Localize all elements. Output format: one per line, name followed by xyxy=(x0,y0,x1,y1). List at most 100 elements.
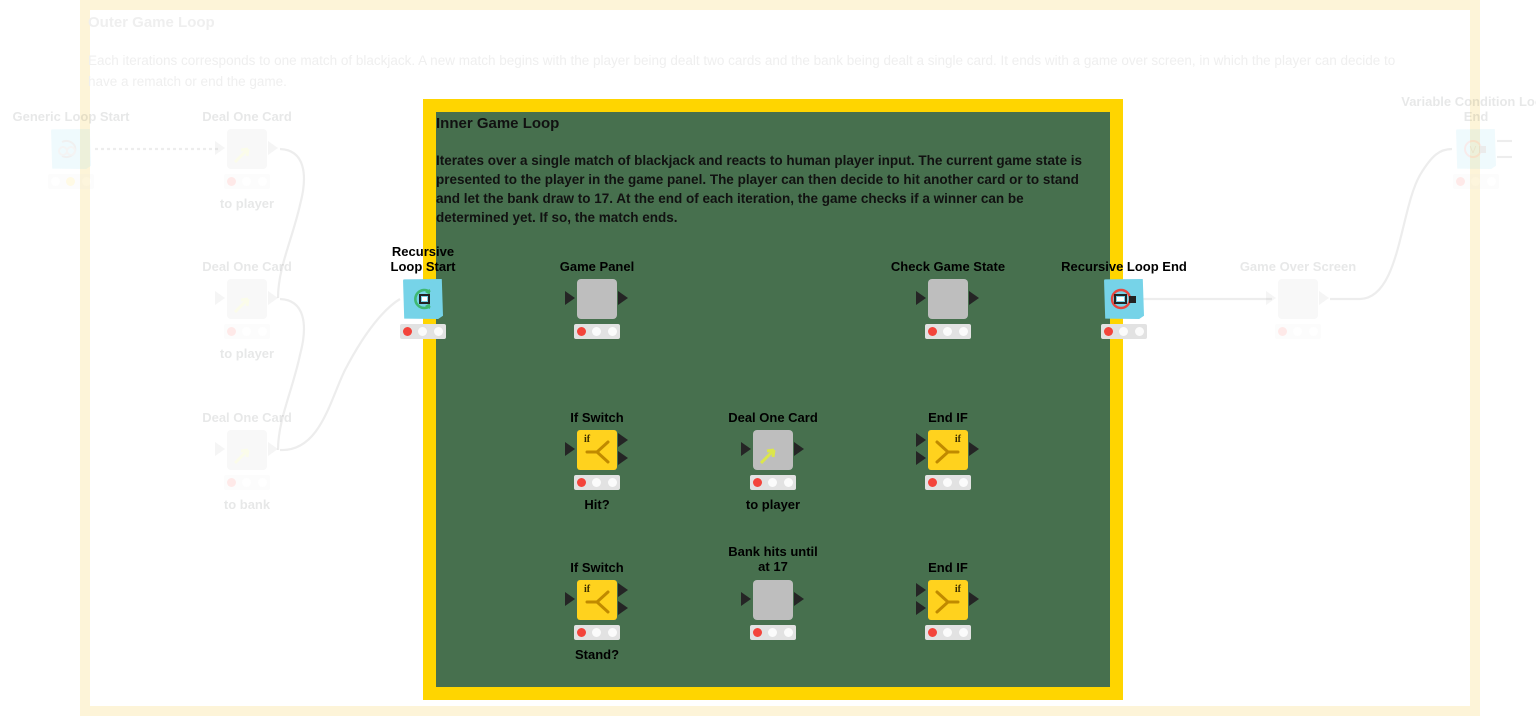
output-port-icon xyxy=(92,141,102,155)
node-status-leds xyxy=(224,324,270,339)
led-red xyxy=(928,628,938,637)
node-body[interactable] xyxy=(51,129,91,169)
node-title: Game Over Screen xyxy=(1239,259,1357,274)
node-subtitle: to player xyxy=(745,497,801,512)
node-subtitle: to player xyxy=(219,346,275,361)
input-port-icon-2 xyxy=(916,601,926,615)
output-port-icon xyxy=(268,291,278,305)
node-body[interactable] xyxy=(215,279,278,319)
node-body[interactable] xyxy=(1266,279,1329,319)
node-variable-condition-loop-end[interactable]: Variable Condition Loop End V xyxy=(1401,94,1536,189)
led-yellow xyxy=(943,327,953,336)
led-yellow xyxy=(242,177,252,186)
workflow-canvas[interactable]: Outer Game Loop Each iterations correspo… xyxy=(0,0,1536,728)
node-if-switch-hit[interactable]: If Switch if Hit? xyxy=(564,410,630,512)
input-port-icon xyxy=(215,442,225,456)
led-green xyxy=(607,628,617,637)
output-port-icon xyxy=(794,442,804,456)
node-title: Deal One Card xyxy=(728,410,818,425)
node-if-switch-stand[interactable]: If Switch if Stand? xyxy=(564,560,630,662)
node-status-leds xyxy=(925,475,971,490)
node-recursive-loop-end[interactable]: Recursive Loop End xyxy=(1061,259,1187,339)
node-title: End IF xyxy=(928,560,968,575)
node-body[interactable] xyxy=(215,430,278,470)
node-deal-card-bank[interactable]: Deal One Card to bank xyxy=(202,410,292,512)
node-body[interactable] xyxy=(1104,279,1144,319)
node-status-leds xyxy=(574,324,620,339)
node-game-panel[interactable]: Game Panel xyxy=(560,259,634,339)
node-status-leds xyxy=(224,475,270,490)
node-subtitle: to player xyxy=(219,196,275,211)
node-deal-card-player-1[interactable]: Deal One Card to player xyxy=(202,109,292,211)
node-title: Game Panel xyxy=(559,259,635,274)
node-title: Check Game State xyxy=(890,259,1006,274)
node-generic-loop-start[interactable]: Generic Loop Start xyxy=(12,109,130,189)
input-port-icon xyxy=(565,442,575,456)
output-port-icon-false xyxy=(618,451,628,465)
node-status-leds xyxy=(574,625,620,640)
led-yellow xyxy=(1471,177,1481,186)
node-subtitle: to bank xyxy=(223,497,271,512)
led-red xyxy=(227,478,237,487)
node-end-if-hit[interactable]: End IF if xyxy=(915,410,981,490)
output-port-icon xyxy=(969,592,979,606)
node-title: Deal One Card xyxy=(202,410,292,425)
output-port-icon-2 xyxy=(1497,150,1507,164)
node-body[interactable] xyxy=(565,279,628,319)
output-port-icon-false xyxy=(618,601,628,615)
led-green xyxy=(958,628,968,637)
node-body[interactable] xyxy=(741,430,804,470)
node-deal-card-player-2[interactable]: Deal One Card to player xyxy=(202,259,292,361)
input-port-icon xyxy=(916,291,926,305)
node-body[interactable] xyxy=(916,279,979,319)
node-game-over-screen[interactable]: Game Over Screen xyxy=(1240,259,1356,339)
node-body[interactable] xyxy=(215,129,278,169)
input-port-icon xyxy=(1444,141,1454,155)
node-body[interactable] xyxy=(741,580,804,620)
node-recursive-loop-start[interactable]: Recursive Loop Start xyxy=(390,244,456,339)
led-red xyxy=(1456,177,1466,186)
led-green xyxy=(1308,327,1318,336)
node-title: Deal One Card xyxy=(202,109,292,124)
input-port-icon xyxy=(565,592,575,606)
node-body[interactable] xyxy=(403,279,443,319)
end-if-icon xyxy=(928,580,968,620)
led-green xyxy=(81,177,91,186)
node-bank-hits[interactable]: Bank hits until at 17 xyxy=(728,544,818,640)
node-body[interactable]: if xyxy=(565,580,628,620)
node-deal-card-hit[interactable]: Deal One Card to player xyxy=(728,410,818,512)
led-yellow xyxy=(943,628,953,637)
input-port-icon xyxy=(741,442,751,456)
led-green xyxy=(783,628,793,637)
output-port-icon xyxy=(618,291,628,305)
node-title: Recursive Loop End xyxy=(1061,259,1187,274)
led-yellow xyxy=(943,478,953,487)
input-port-icon xyxy=(565,291,575,305)
svg-text:V: V xyxy=(1470,145,1477,156)
if-switch-icon xyxy=(577,580,617,620)
led-green xyxy=(1486,177,1496,186)
node-body[interactable]: V xyxy=(1456,129,1496,169)
node-title: If Switch xyxy=(570,560,624,575)
arrow-deal-icon xyxy=(227,279,267,319)
node-status-leds xyxy=(224,174,270,189)
node-body[interactable]: if xyxy=(916,580,979,620)
led-red xyxy=(1278,327,1288,336)
node-end-if-stand[interactable]: End IF if xyxy=(915,560,981,640)
led-red xyxy=(51,177,61,186)
output-port-icon-true xyxy=(618,583,628,597)
node-check-game-state[interactable]: Check Game State xyxy=(891,259,1005,339)
led-red xyxy=(928,327,938,336)
node-body[interactable]: if xyxy=(565,430,628,470)
input-port-icon-1 xyxy=(916,433,926,447)
input-port-icon xyxy=(391,291,401,305)
led-green xyxy=(257,327,267,336)
recursion-start-icon xyxy=(403,279,443,319)
node-status-leds xyxy=(1101,324,1147,339)
led-yellow xyxy=(768,628,778,637)
node-status-leds xyxy=(750,625,796,640)
node-body[interactable]: if xyxy=(916,430,979,470)
node-status-leds xyxy=(400,324,446,339)
node-title: Variable Condition Loop End xyxy=(1401,94,1536,124)
led-green xyxy=(607,327,617,336)
